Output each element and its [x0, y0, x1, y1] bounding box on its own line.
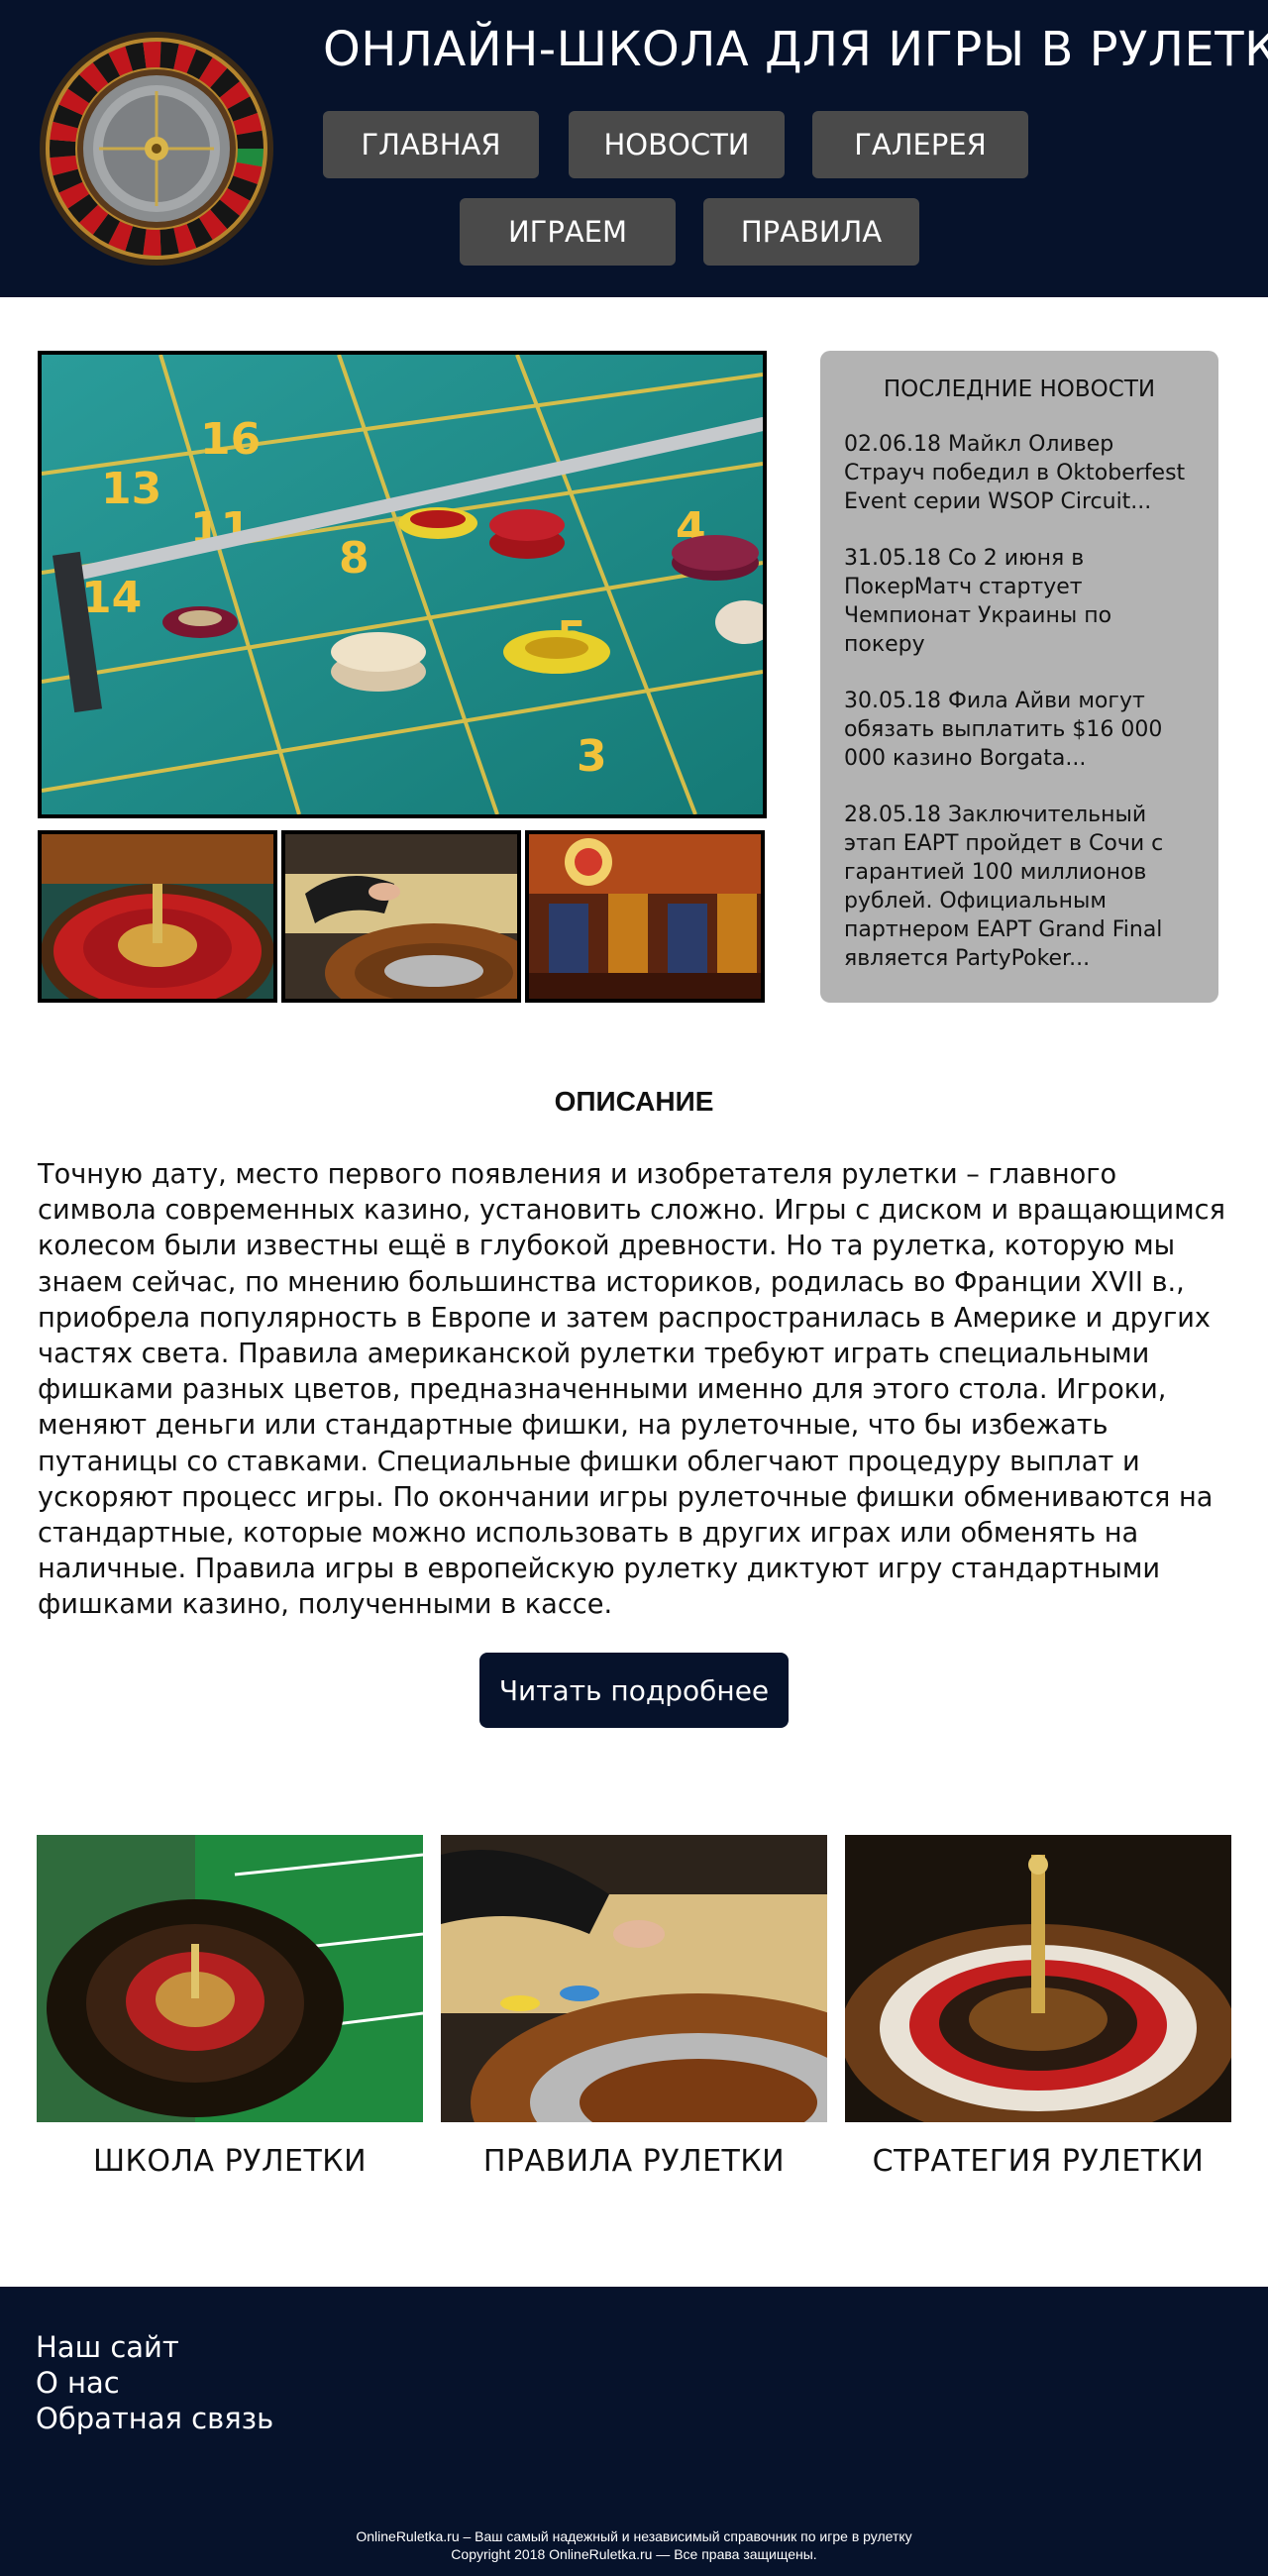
- gallery-thumb-croupier[interactable]: [281, 830, 521, 1003]
- read-more-button[interactable]: Читать подробнее: [479, 1653, 789, 1728]
- footer-link-our-site[interactable]: Наш сайт: [36, 2330, 179, 2364]
- news-item[interactable]: 28.05.18 Заключительный этап EAPT пройде…: [844, 801, 1195, 973]
- news-item[interactable]: 31.05.18 Со 2 июня в ПокерМатч стартует …: [844, 544, 1195, 659]
- card-label[interactable]: СТРАТЕГИЯ РУЛЕТКИ: [845, 2144, 1231, 2179]
- nav-rules-button[interactable]: ПРАВИЛА: [703, 198, 919, 266]
- nav-play-button[interactable]: ИГРАЕМ: [460, 198, 676, 266]
- table-number: 8: [339, 533, 370, 584]
- nav-home-button[interactable]: ГЛАВНАЯ: [323, 111, 539, 178]
- description-text: Точную дату, место первого появления и и…: [38, 1159, 1225, 1621]
- site-footer: Наш сайт О нас Обратная связь OnlineRule…: [0, 2287, 1268, 2576]
- card-roulette-school[interactable]: ШКОЛА РУЛЕТКИ: [37, 1835, 423, 2179]
- site-header: ОНЛАЙН-ШКОЛА ДЛЯ ИГРЫ В РУЛЕТКУ ГЛАВНАЯ …: [0, 0, 1268, 297]
- news-item[interactable]: 30.05.18 Фила Айви могут обязать выплати…: [844, 687, 1195, 773]
- card-label[interactable]: ПРАВИЛА РУЛЕТКИ: [441, 2144, 827, 2179]
- nav-news-button[interactable]: НОВОСТИ: [569, 111, 785, 178]
- card-roulette-rules[interactable]: ПРАВИЛА РУЛЕТКИ: [441, 1835, 827, 2179]
- table-number: 13: [101, 464, 161, 514]
- footer-tagline: OnlineRuletka.ru – Ваш самый надежный и …: [356, 2528, 912, 2544]
- nav-gallery-button[interactable]: ГАЛЕРЕЯ: [812, 111, 1028, 178]
- card-image[interactable]: [845, 1835, 1231, 2122]
- card-image[interactable]: [441, 1835, 827, 2122]
- footer-link-about[interactable]: О нас: [36, 2366, 120, 2400]
- gallery-thumb-casino-hall[interactable]: [525, 830, 765, 1003]
- card-label[interactable]: ШКОЛА РУЛЕТКИ: [37, 2144, 423, 2179]
- table-number: 14: [81, 573, 142, 623]
- site-title: ОНЛАЙН-ШКОЛА ДЛЯ ИГРЫ В РУЛЕТКУ: [323, 22, 1268, 77]
- news-item[interactable]: 02.06.18 Майкл Оливер Страуч победил в O…: [844, 430, 1195, 516]
- footer-copyright: Copyright 2018 OnlineRuletka.ru — Все пр…: [451, 2546, 817, 2562]
- news-panel-title: ПОСЛЕДНИЕ НОВОСТИ: [883, 376, 1156, 402]
- description-title: ОПИСАНИЕ: [554, 1086, 714, 1117]
- card-roulette-strategy[interactable]: СТРАТЕГИЯ РУЛЕТКИ: [845, 1835, 1231, 2179]
- table-number: 16: [200, 414, 261, 465]
- gallery-thumb-roulette-wheel[interactable]: [38, 830, 277, 1003]
- wheel-pocket: [50, 139, 76, 159]
- card-image[interactable]: [37, 1835, 423, 2122]
- latest-news-panel: ПОСЛЕДНИЕ НОВОСТИ 02.06.18 Майкл Оливер …: [820, 351, 1218, 1003]
- roulette-table-photo: 13 14 8 5 4 3 16 11: [38, 351, 767, 818]
- footer-link-feedback[interactable]: Обратная связь: [36, 2402, 273, 2435]
- table-number: 3: [577, 731, 607, 782]
- roulette-wheel-logo[interactable]: [38, 30, 275, 268]
